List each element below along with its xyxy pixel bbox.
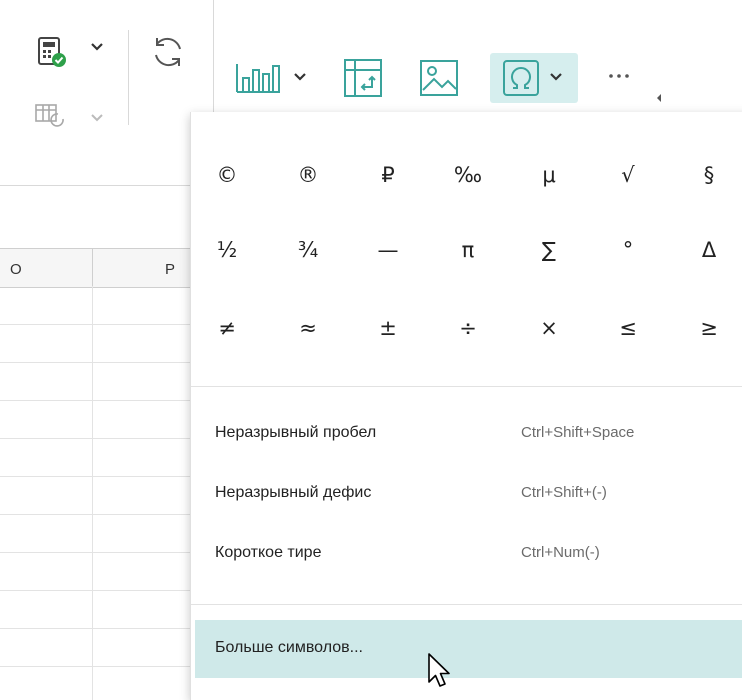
- column-header-o[interactable]: O: [0, 248, 92, 288]
- toolbar-separator: [128, 30, 129, 125]
- refresh-button[interactable]: [146, 30, 190, 74]
- chevron-down-icon[interactable]: [90, 113, 104, 123]
- row-separator: [0, 666, 195, 667]
- symbol-section[interactable]: §: [681, 155, 737, 195]
- row-separator: [0, 514, 195, 515]
- column-separator: [92, 286, 93, 700]
- symbol-not-equal[interactable]: ≠: [199, 308, 255, 348]
- symbol-division[interactable]: ÷: [440, 308, 496, 348]
- more-symbols-button[interactable]: Больше символов...: [195, 620, 742, 678]
- refresh-icon: [155, 37, 181, 67]
- row-separator: [0, 185, 195, 186]
- more-symbols-label: Больше символов...: [215, 639, 363, 656]
- chevron-down-icon[interactable]: [549, 72, 563, 82]
- row-separator: [0, 438, 195, 439]
- menu-item-label: Короткое тире: [215, 544, 322, 561]
- menu-separator: [191, 604, 742, 605]
- symbol-approximately[interactable]: ≈: [280, 308, 336, 348]
- symbol-per-mille[interactable]: ‰: [440, 155, 496, 195]
- more-icon: [609, 74, 629, 78]
- chevron-down-icon[interactable]: [90, 42, 104, 52]
- pivot-table-button[interactable]: [340, 55, 386, 101]
- symbol-one-half[interactable]: ½: [199, 230, 255, 270]
- bar-chart-icon: [236, 64, 280, 93]
- calculator-check-icon: [38, 37, 66, 67]
- menu-item-label: Неразрывный дефис: [215, 484, 372, 501]
- insert-image-button[interactable]: [416, 55, 462, 101]
- row-separator: [0, 476, 195, 477]
- menu-item-label: Неразрывный пробел: [215, 424, 377, 441]
- row-separator: [0, 552, 195, 553]
- symbol-multiplication[interactable]: ×: [521, 308, 577, 348]
- insert-chart-button[interactable]: [232, 56, 282, 100]
- menu-item-shortcut: Ctrl+Shift+(-): [521, 484, 607, 501]
- symbol-registered[interactable]: ®: [280, 155, 336, 195]
- column-label: O: [10, 261, 22, 278]
- row-separator: [0, 362, 195, 363]
- menu-separator: [191, 386, 742, 387]
- row-separator: [0, 400, 195, 401]
- scroll-left-arrow-icon[interactable]: [655, 93, 663, 103]
- image-icon: [420, 60, 458, 96]
- pivot-table-icon: [344, 59, 382, 97]
- column-header-p[interactable]: P: [92, 248, 193, 288]
- omega-symbol-icon: [503, 60, 539, 96]
- symbol-three-quarters[interactable]: ¾: [280, 230, 336, 270]
- row-separator: [0, 628, 195, 629]
- symbol-delta[interactable]: Δ: [681, 230, 737, 270]
- menu-item-nonbreaking-hyphen[interactable]: Неразрывный дефис Ctrl+Shift+(-): [191, 469, 742, 519]
- calculate-button[interactable]: [30, 30, 74, 74]
- insert-symbol-dropdown: © ® ₽ ‰ μ √ § ½ ¾ — π ∑ ° Δ ≠ ≈ ± ÷ × ≤ …: [190, 112, 742, 700]
- row-separator: [0, 590, 195, 591]
- symbol-square-root[interactable]: √: [600, 155, 656, 195]
- mouse-cursor-icon: [428, 653, 450, 687]
- menu-item-shortcut: Ctrl+Shift+Space: [521, 424, 635, 441]
- symbol-ruble[interactable]: ₽: [360, 155, 416, 195]
- symbol-pi[interactable]: π: [440, 230, 496, 270]
- menu-item-en-dash[interactable]: Короткое тире Ctrl+Num(-): [191, 529, 742, 579]
- column-label: P: [165, 261, 176, 278]
- symbol-mu[interactable]: μ: [521, 155, 577, 195]
- symbol-greater-equal[interactable]: ≥: [681, 308, 737, 348]
- symbol-copyright[interactable]: ©: [199, 155, 255, 195]
- row-separator: [0, 324, 195, 325]
- more-button[interactable]: [604, 66, 634, 86]
- menu-item-nonbreaking-space[interactable]: Неразрывный пробел Ctrl+Shift+Space: [191, 409, 742, 459]
- menu-item-shortcut: Ctrl+Num(-): [521, 544, 600, 561]
- toolbar: [0, 0, 742, 130]
- insert-symbol-button[interactable]: [490, 53, 578, 103]
- symbol-less-equal[interactable]: ≤: [600, 308, 656, 348]
- chevron-down-icon[interactable]: [293, 72, 307, 82]
- toolbar-separator: [213, 0, 214, 112]
- symbol-plus-minus[interactable]: ±: [360, 308, 416, 348]
- symbol-sum[interactable]: ∑: [521, 230, 577, 270]
- calc-recalc-icon: [35, 104, 64, 127]
- symbol-degree[interactable]: °: [600, 230, 656, 270]
- symbol-em-dash[interactable]: —: [360, 230, 416, 270]
